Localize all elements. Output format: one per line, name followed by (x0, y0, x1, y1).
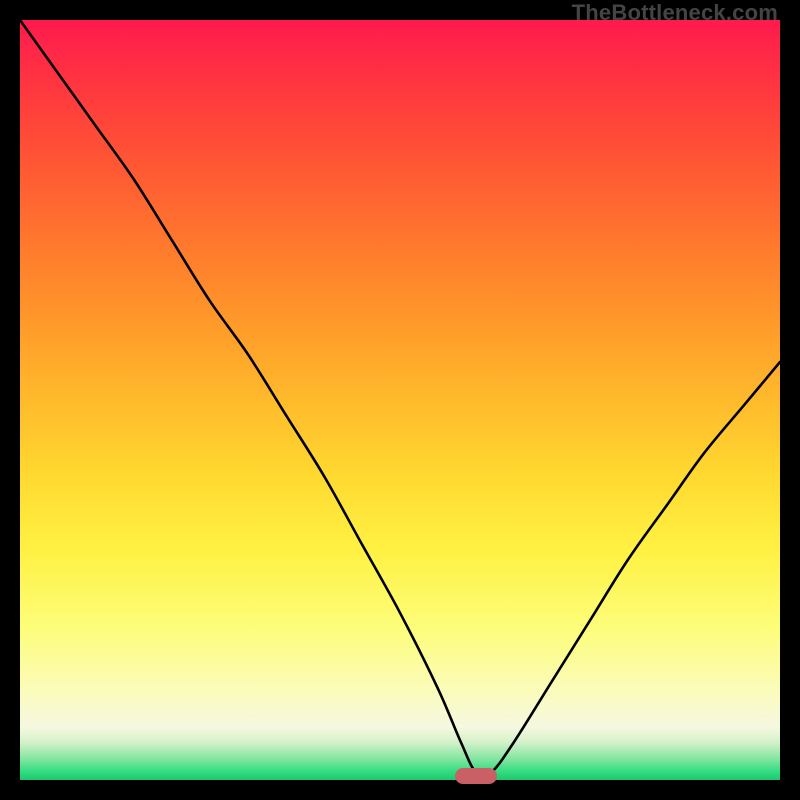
plot-area (20, 20, 780, 780)
bottleneck-curve (20, 20, 780, 780)
chart-frame: TheBottleneck.com (0, 0, 800, 800)
optimal-marker (455, 768, 497, 784)
